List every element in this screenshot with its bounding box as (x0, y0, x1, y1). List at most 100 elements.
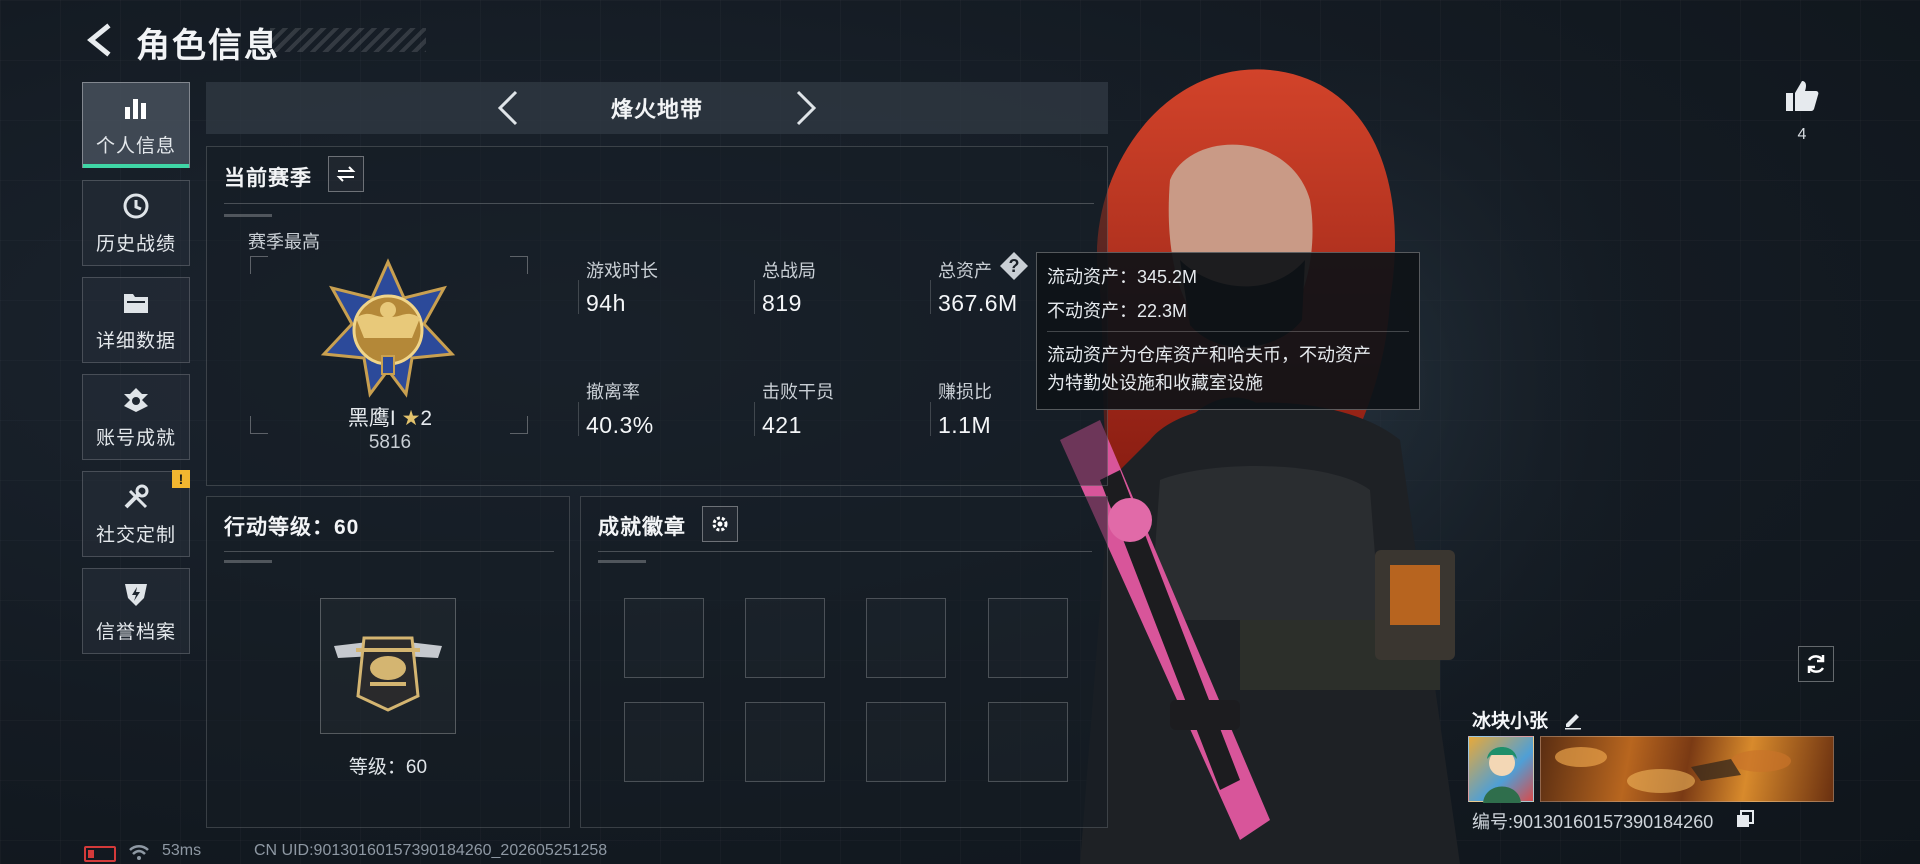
badge-slot[interactable] (624, 702, 704, 782)
tooltip-fixed-assets: 不动资产：22.3M (1047, 301, 1188, 321)
avatar[interactable] (1468, 736, 1534, 803)
stat-separator (578, 402, 579, 436)
uid-text: CN UID:90130160157390184260_202605251258 (254, 842, 608, 859)
stat-value-extract-rate: 40.3% (586, 412, 654, 438)
stat-value-total-assets: 367.6M (938, 290, 1018, 316)
season-title: 当前赛季 (224, 167, 312, 190)
bar-chart-icon (121, 93, 151, 123)
title-decoration (270, 28, 426, 52)
stat-label-kills: 击败干员 (762, 382, 834, 402)
frame-corner (510, 256, 528, 274)
stat-value-profit-ratio: 1.1M (938, 412, 992, 438)
season-best-label: 赛季最高 (248, 232, 320, 252)
rotate-view-button[interactable] (1798, 646, 1834, 682)
edit-name-button[interactable] (1562, 708, 1584, 730)
thumbs-up-icon (1786, 81, 1819, 111)
chevron-left-icon (497, 90, 518, 126)
frame-corner (250, 256, 268, 274)
notification-badge: ! (172, 470, 190, 488)
shield-bolt-icon (121, 579, 151, 609)
star-icon: ★ (401, 407, 421, 430)
stat-value-playtime: 94h (586, 290, 626, 316)
name-card-banner[interactable] (1540, 736, 1834, 802)
badge-slot[interactable] (745, 702, 825, 782)
folder-icon (121, 288, 151, 318)
badge-slot[interactable] (988, 598, 1068, 678)
chevron-right-icon (796, 90, 817, 126)
action-level-title: 行动等级：60 (224, 516, 360, 539)
stat-label-extract-rate: 撤离率 (586, 382, 640, 402)
rank-name: 黑鹰I (347, 407, 396, 430)
mode-title: 烽火地带 (610, 97, 703, 122)
copy-icon (1737, 810, 1754, 827)
rank-emblem-icon (320, 258, 456, 398)
stat-separator (578, 280, 579, 314)
decoration-bar (598, 560, 646, 563)
achievement-icon (121, 385, 151, 415)
divider (224, 203, 1094, 204)
history-clock-icon (121, 191, 151, 221)
player-name: 冰块小张 (1472, 711, 1549, 732)
level-label: 等级：60 (348, 757, 428, 778)
page-title: 角色信息 (136, 27, 280, 65)
sidebar-item-achievements[interactable]: 账号成就 (82, 374, 190, 460)
sidebar-item-label: 个人信息 (95, 135, 176, 157)
badges-settings-button[interactable] (702, 506, 738, 542)
tooltip-liquid-assets: 流动资产：345.2M (1047, 267, 1198, 287)
stat-separator (930, 402, 931, 436)
divider (598, 551, 1092, 552)
battery-icon (84, 846, 116, 862)
refresh-icon (1807, 655, 1825, 673)
avatar-character-icon (1483, 747, 1521, 803)
badge-slot[interactable] (624, 598, 704, 678)
sidebar-item-detailed-data[interactable]: 详细数据 (82, 277, 190, 363)
badge-slot[interactable] (866, 598, 946, 678)
helicopter-emblem-icon (334, 636, 442, 712)
badges-title: 成就徽章 (598, 516, 686, 539)
sidebar-item-label: 社交定制 (95, 524, 176, 546)
mode-prev-button[interactable] (482, 82, 534, 134)
sidebar-item-label: 详细数据 (95, 330, 176, 352)
sidebar-item-personal-info[interactable]: 个人信息 (82, 82, 190, 168)
copy-id-button[interactable] (1736, 810, 1754, 828)
assets-tooltip: 流动资产：345.2M 不动资产：22.3M 流动资产为仓库资产和哈夫币，不动资… (1036, 252, 1420, 410)
like-count: 4 (1797, 126, 1807, 143)
stat-value-kills: 421 (762, 412, 802, 438)
stat-separator (930, 280, 931, 314)
player-id: 编号:90130160157390184260 (1472, 812, 1714, 832)
back-arrow-icon (87, 23, 111, 57)
decoration-bar (224, 214, 272, 217)
sidebar-item-label: 账号成就 (95, 427, 176, 449)
tooltip-divider (1047, 331, 1409, 332)
sidebar-item-history[interactable]: 历史战绩 (82, 180, 190, 266)
tooltip-description-2: 为特勤处设施和收藏室设施 (1047, 373, 1263, 393)
back-button[interactable] (80, 20, 120, 60)
sidebar-item-reputation[interactable]: 信誉档案 (82, 568, 190, 654)
rank-name-row: 黑鹰I ★2 (250, 402, 530, 432)
badge-slot[interactable] (866, 702, 946, 782)
rank-stars: 2 (420, 407, 433, 430)
banner-leaves-art (1555, 747, 1791, 793)
stat-label-matches: 总战局 (762, 261, 816, 281)
like-button[interactable] (1784, 78, 1820, 114)
stat-separator (754, 402, 755, 436)
rank-points: 5816 (368, 432, 412, 453)
ping-text: 53ms (162, 842, 202, 859)
badge-slot[interactable] (745, 598, 825, 678)
stat-label-playtime: 游戏时长 (586, 261, 658, 281)
stat-separator (754, 280, 755, 314)
gear-icon (712, 516, 728, 532)
badge-slot[interactable] (988, 702, 1068, 782)
wifi-icon (129, 845, 149, 860)
sidebar-item-label: 信誉档案 (95, 621, 176, 643)
stat-label-profit-ratio: 赚损比 (938, 382, 992, 402)
stat-value-matches: 819 (762, 290, 802, 316)
mode-next-button[interactable] (780, 82, 832, 134)
tools-icon (121, 482, 151, 512)
tooltip-description-1: 流动资产为仓库资产和哈夫币，不动资产 (1047, 345, 1371, 365)
sidebar-item-label: 历史战绩 (95, 233, 176, 255)
season-switch-button[interactable] (328, 156, 364, 192)
decoration-bar (224, 560, 272, 563)
divider (224, 551, 554, 552)
stat-label-total-assets: 总资产 (938, 261, 992, 281)
